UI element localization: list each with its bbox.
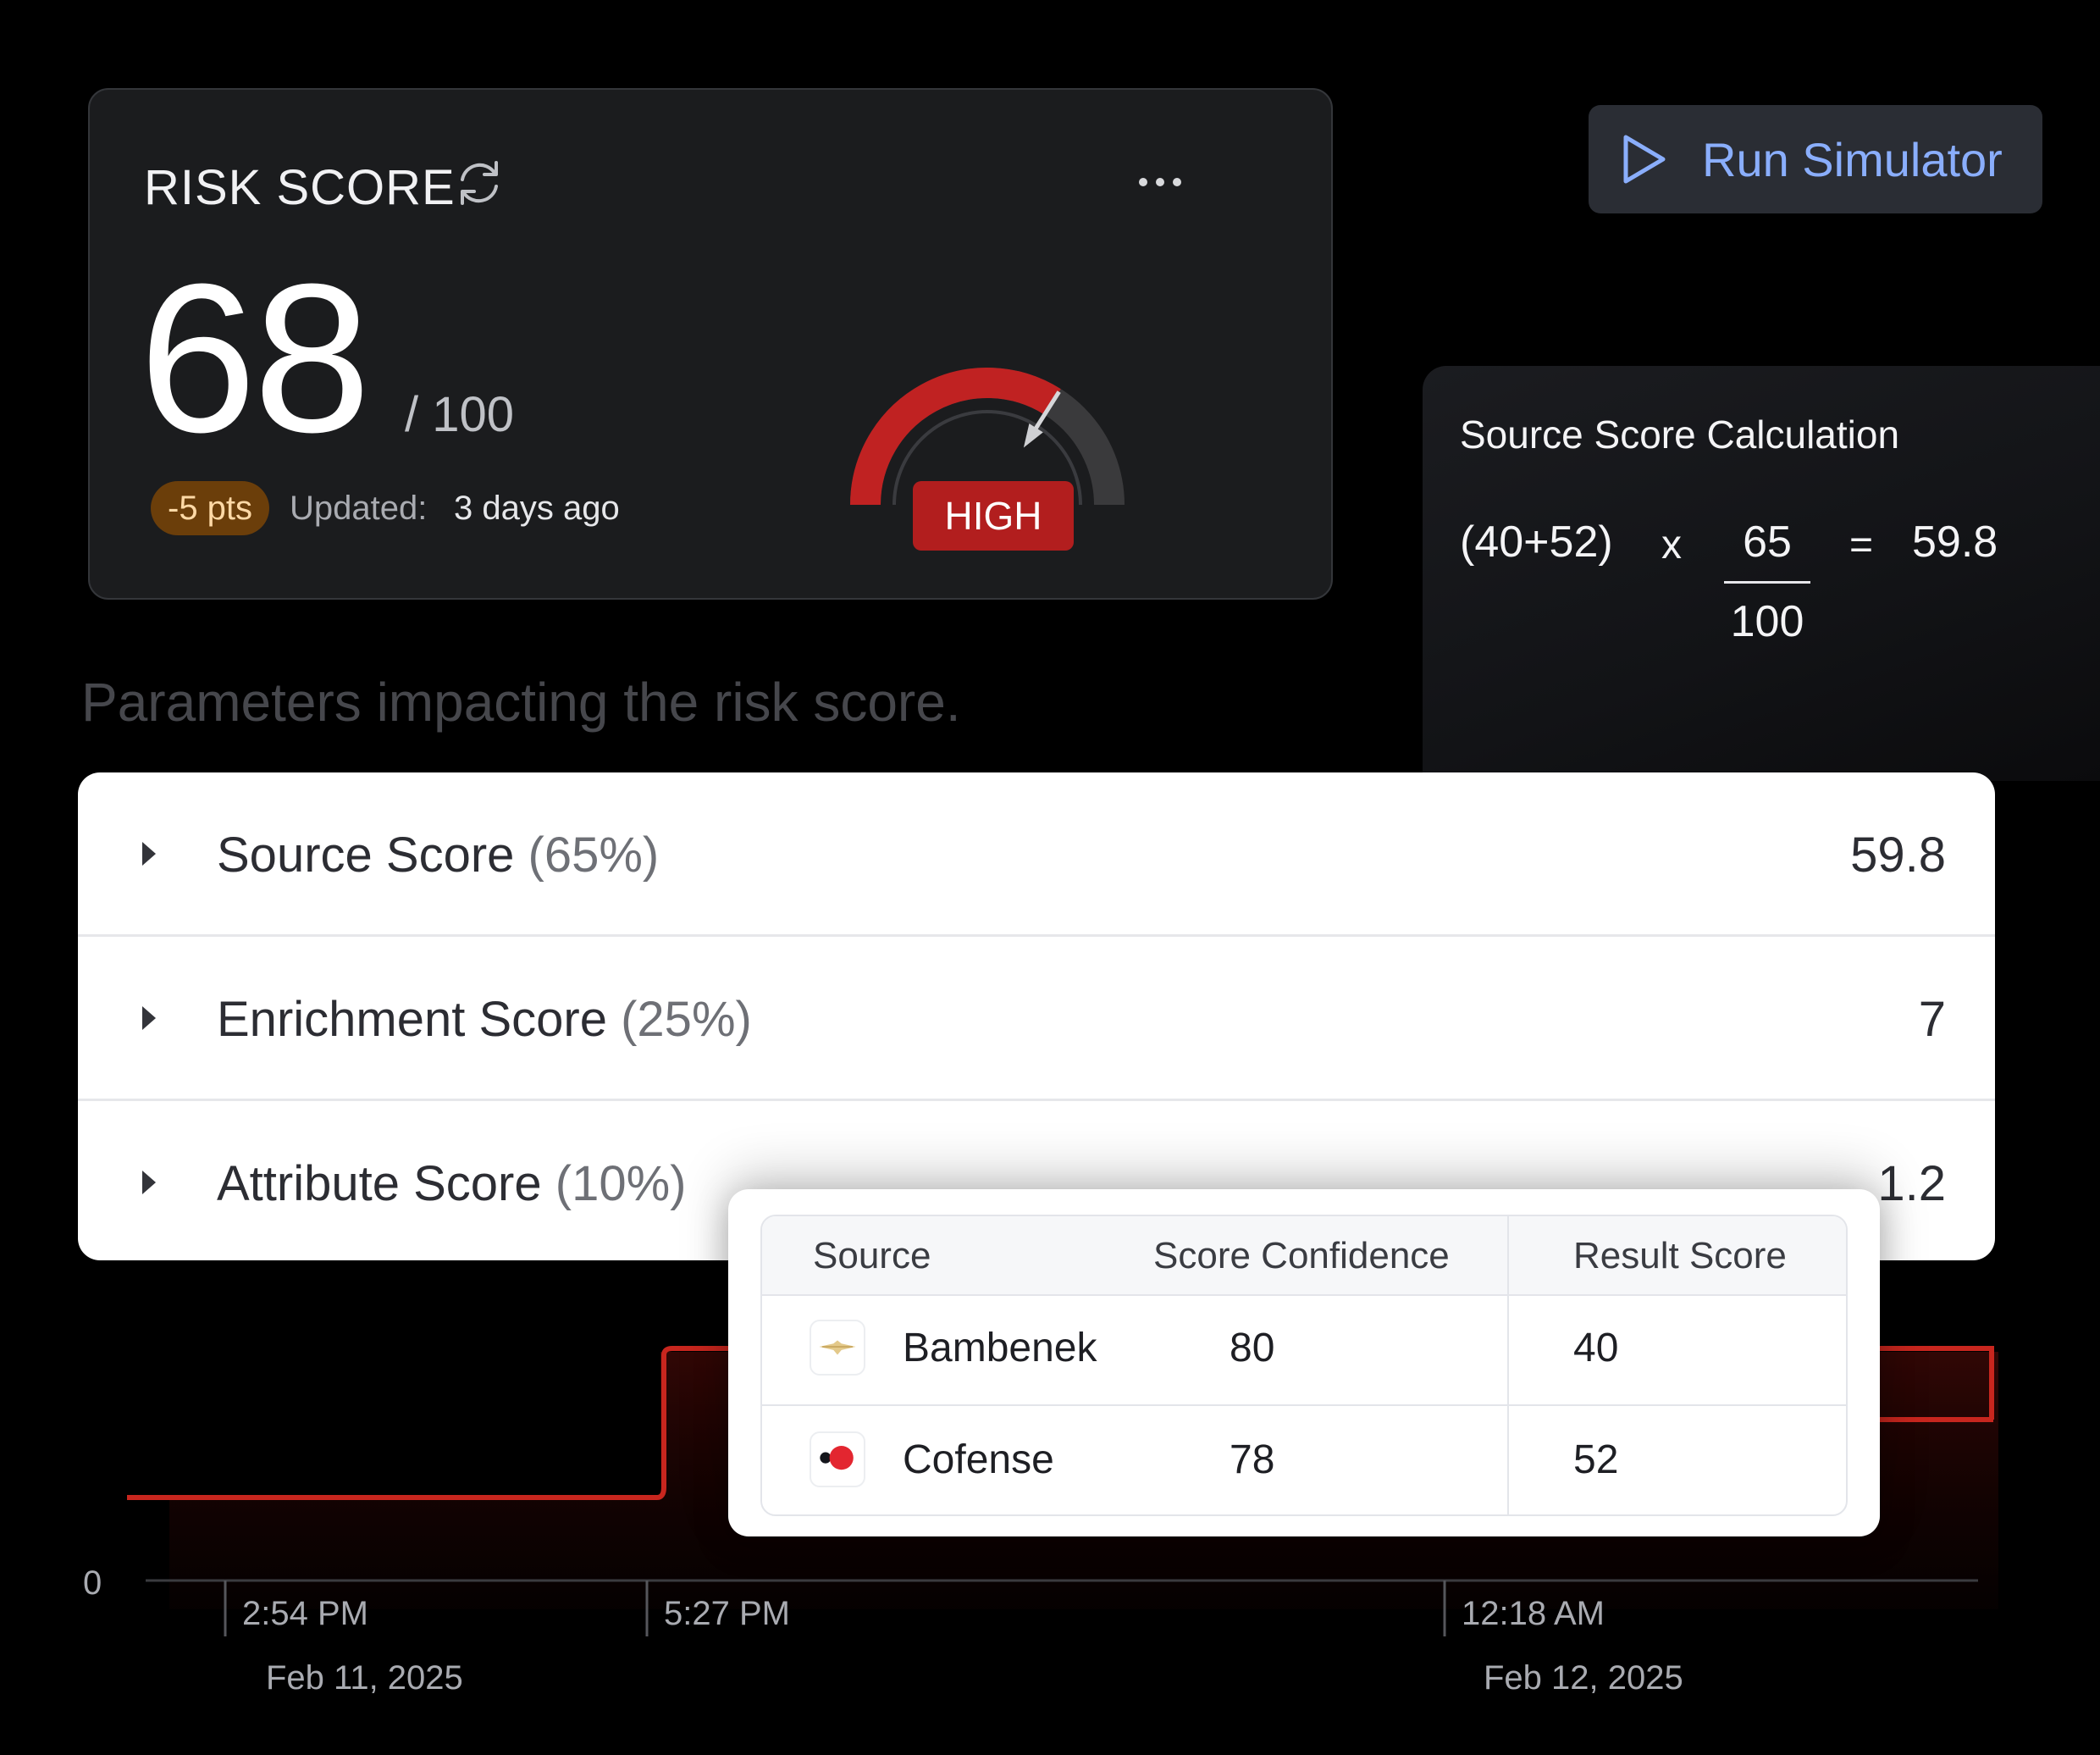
updated-label: Updated: [290,490,428,527]
fraction-bar [1724,581,1810,584]
x-tick-label-3: 12:18 AM [1462,1595,1605,1632]
score-confidence: 80 [1230,1326,1275,1370]
source-breakdown-table: Source Score Confidence Result Score Bam… [760,1215,1848,1516]
risk-level-badge: HIGH [913,481,1074,551]
param-value: 7 [1918,992,1946,1047]
calculation-multiply-sign: x [1661,523,1682,567]
x-tick-label-1: 2:54 PM [242,1595,368,1632]
calculation-equals-sign: = [1849,523,1874,567]
caret-right-icon[interactable] [142,842,156,866]
param-label: Source Score [217,828,515,883]
param-weight: (65%) [528,828,660,883]
more-options-icon[interactable] [1136,173,1184,191]
param-row-enrichment-score[interactable]: Enrichment Score (25%) 7 [78,937,1995,1101]
cofense-logo-icon [810,1431,865,1487]
parameters-card: Source Score (65%) 59.8 Enrichment Score… [78,772,1995,1260]
risk-gauge [850,368,1125,506]
param-value: 1.2 [1877,1156,1946,1211]
calculation-numerator: 65 [1743,518,1792,567]
column-header-source: Source [813,1235,931,1276]
risk-score-title: RISK SCORE [144,160,456,215]
run-simulator-label: Run Simulator [1702,132,2003,186]
x-date-label-1: Feb 11, 2025 [266,1659,463,1697]
play-icon [1623,135,1666,184]
risk-score-value: 68 [139,240,371,476]
x-tick-label-2: 5:27 PM [664,1595,790,1632]
param-name: Attribute Score (10%) [217,1155,686,1212]
result-score: 40 [1573,1326,1619,1370]
calculation-denominator: 100 [1730,597,1804,646]
source-name: Bambenek [903,1326,1097,1370]
param-name: Enrichment Score (25%) [217,991,752,1048]
risk-score-max: / 100 [405,387,514,442]
x-date-label-3: Feb 12, 2025 [1484,1659,1683,1697]
score-delta-badge: -5 pts [151,481,270,535]
caret-right-icon[interactable] [142,1006,156,1030]
source-name: Cofense [903,1437,1054,1482]
calculation-result: 59.8 [1912,518,1998,567]
bambenek-logo-icon [810,1320,865,1376]
caret-right-icon[interactable] [142,1171,156,1194]
source-breakdown-popup: Source Score Confidence Result Score Bam… [728,1189,1880,1536]
calculation-sum: (40+52) [1460,518,1613,567]
param-name: Source Score (65%) [217,827,659,883]
param-label: Enrichment Score [217,992,607,1047]
table-header: Source Score Confidence Result Score [762,1216,1846,1296]
result-score: 52 [1573,1437,1619,1482]
column-header-score-confidence: Score Confidence [1153,1235,1450,1276]
parameters-heading: Parameters impacting the risk score. [81,672,961,733]
param-weight: (10%) [555,1156,687,1211]
run-simulator-button[interactable]: Run Simulator [1589,105,2042,213]
table-row: Bambenek 80 40 [762,1294,1846,1406]
param-value: 59.8 [1850,828,1946,883]
score-confidence: 78 [1230,1437,1275,1482]
source-score-calculation-panel: Source Score Calculation (40+52) x 65 10… [1423,366,2100,781]
table-row: Cofense 78 52 [762,1406,1846,1514]
refresh-icon[interactable] [452,156,506,210]
param-weight: (25%) [621,992,752,1047]
calculation-title: Source Score Calculation [1460,412,1900,457]
param-label: Attribute Score [217,1156,542,1211]
param-row-source-score[interactable]: Source Score (65%) 59.8 [78,772,1995,937]
column-header-result-score: Result Score [1573,1235,1787,1276]
y-tick-label: 0 [83,1564,102,1602]
updated-value: 3 days ago [454,490,620,527]
risk-score-card: RISK SCORE 68 / 100 -5 pts Updated: 3 da… [88,88,1333,600]
